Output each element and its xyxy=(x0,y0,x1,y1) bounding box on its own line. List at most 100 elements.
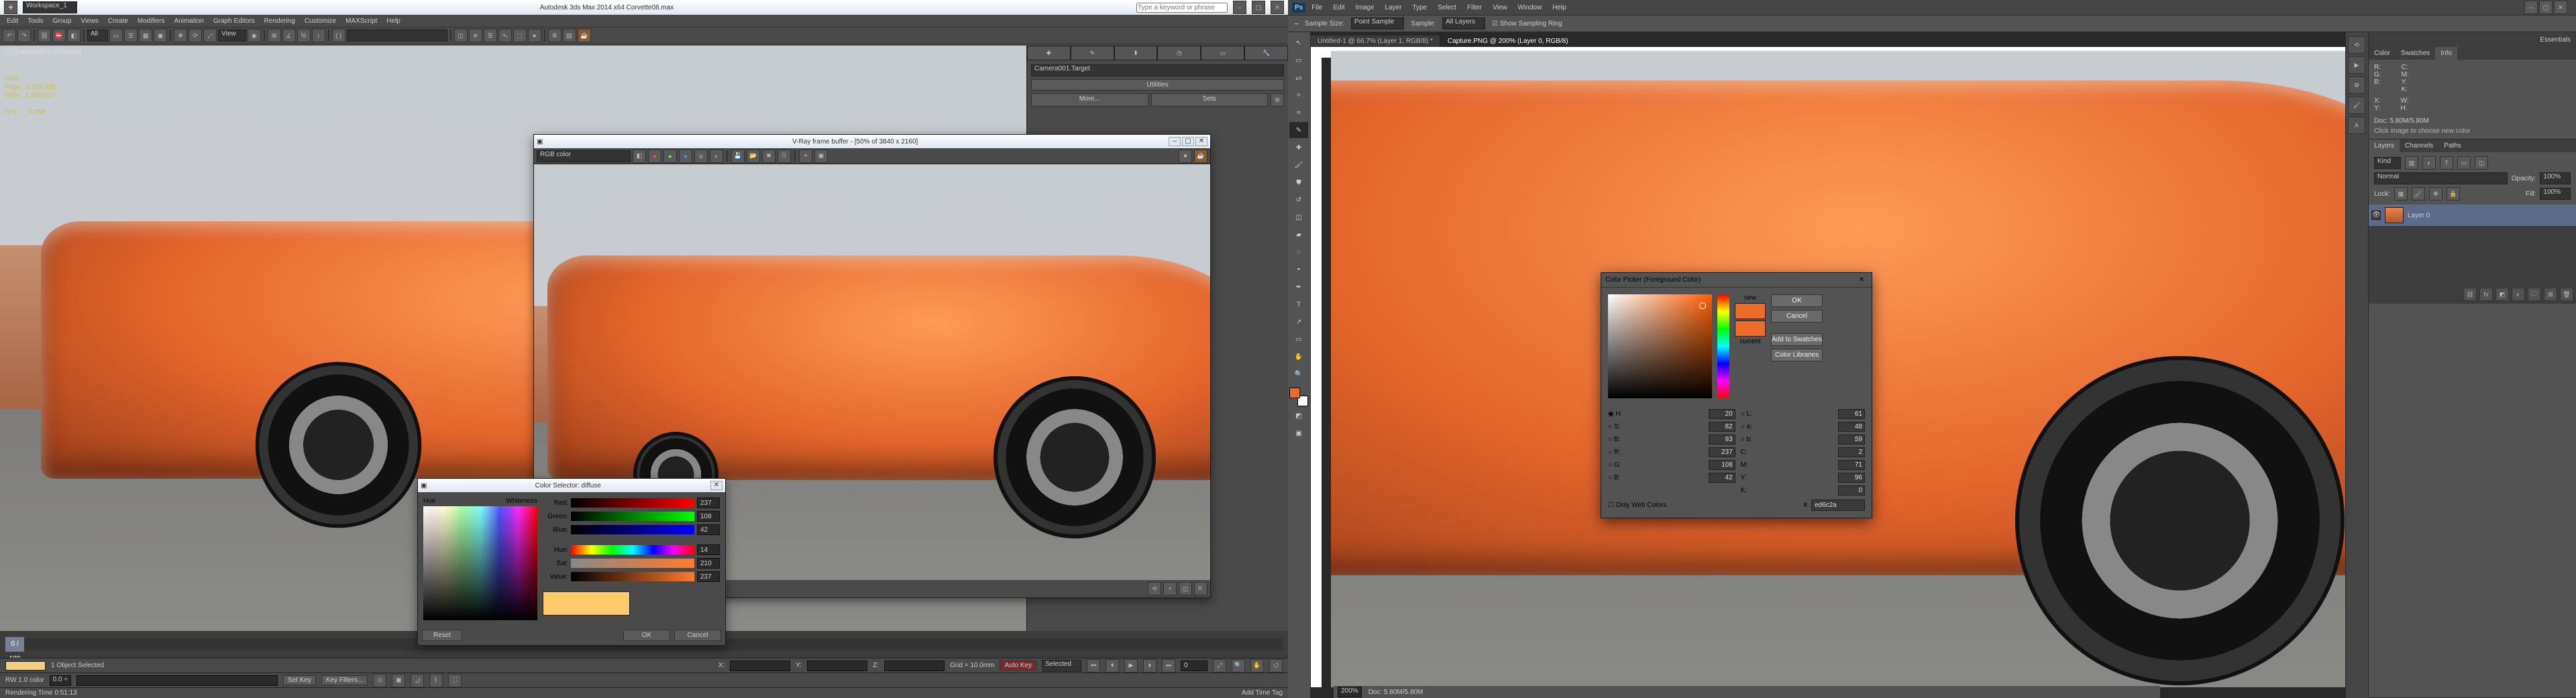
undo-icon[interactable]: ↶ xyxy=(3,29,16,42)
layers-tabs[interactable]: Layers Channels Paths xyxy=(2369,139,2576,152)
gradient-tool-icon[interactable]: ▰ xyxy=(1289,227,1308,243)
red-slider[interactable] xyxy=(571,498,694,508)
spinner-snap-icon[interactable]: ↕ xyxy=(312,29,325,42)
move-tool-icon[interactable]: ↖ xyxy=(1289,35,1308,51)
menu-modifiers[interactable]: Modifiers xyxy=(133,17,169,25)
csel-close-icon[interactable]: ✕ xyxy=(710,481,722,490)
ps-toolbox[interactable]: ↖ ▭ ᔕ ✧ ⌗ ✎ ✚ 🖌 ⛊ ↺ ◫ ▰ ◌ ◓ ✒ T ↗ ▭ ✋ 🔍 … xyxy=(1288,32,1311,698)
visibility-icon[interactable]: 👁 xyxy=(2371,211,2381,220)
fill-combo[interactable]: 100% xyxy=(2540,188,2571,200)
ps-menu-filter[interactable]: Filter xyxy=(1462,3,1487,13)
shape-tool-icon[interactable]: ▭ xyxy=(1289,331,1308,347)
goto-start-icon[interactable]: ⏮ xyxy=(1087,659,1100,673)
ps-app-icon[interactable]: Ps xyxy=(1292,3,1305,13)
render-icon[interactable]: ☕ xyxy=(578,29,591,42)
vfb-clear-icon[interactable]: ✖ xyxy=(762,150,775,163)
ps-menu-layer[interactable]: Layer xyxy=(1380,3,1406,13)
select-icon[interactable]: ▭ xyxy=(109,29,123,42)
screenmode-icon[interactable]: ▣ xyxy=(1289,425,1308,441)
r-input[interactable] xyxy=(1709,447,1735,457)
lock-trans-icon[interactable]: ▦ xyxy=(2394,187,2408,200)
min-max-icon[interactable]: ⛶ xyxy=(448,674,462,687)
tab-create-icon[interactable]: ✚ xyxy=(1027,46,1071,60)
vfb-history-icon[interactable]: ⟲ xyxy=(1148,582,1161,595)
frame-input[interactable] xyxy=(1181,660,1208,671)
group-icon[interactable]: 🗀 xyxy=(2528,288,2541,301)
doc-tab-2[interactable]: Capture.PNG @ 200% (Layer 0, RGB/8) xyxy=(1441,36,1575,47)
vfb-min-icon[interactable]: – xyxy=(1169,137,1181,146)
app-icon[interactable]: ✚ xyxy=(4,1,17,14)
mask-icon[interactable]: ◩ xyxy=(2496,288,2509,301)
filter-type-icon[interactable]: T xyxy=(2440,156,2453,170)
maxscript-listener[interactable] xyxy=(76,675,278,686)
ps-menu-view[interactable]: View xyxy=(1488,3,1512,13)
bl-label[interactable]: ○ B: xyxy=(1608,474,1703,481)
vfb-load-icon[interactable]: 📂 xyxy=(747,150,760,163)
schematic-icon[interactable]: ⬚ xyxy=(513,29,527,42)
blend-mode-combo[interactable]: Normal xyxy=(2374,172,2508,184)
time-tag[interactable]: Add Time Tag xyxy=(1242,689,1283,697)
properties-panel-icon[interactable]: ⚙ xyxy=(2348,76,2365,94)
vfb-g-icon[interactable]: ● xyxy=(663,150,677,163)
z-input[interactable] xyxy=(884,660,945,671)
bl-input[interactable] xyxy=(1709,473,1735,483)
cpick-cancel-button[interactable]: Cancel xyxy=(1771,310,1823,323)
blue-slider[interactable] xyxy=(571,525,694,534)
wand-tool-icon[interactable]: ✧ xyxy=(1289,87,1308,103)
walk-icon[interactable]: 🚶 xyxy=(429,674,443,687)
filter-adjust-icon[interactable]: ◐ xyxy=(2422,156,2436,170)
ps-menubar[interactable]: Ps File Edit Image Layer Type Select Fil… xyxy=(1288,0,2576,15)
vfb-b-icon[interactable]: ● xyxy=(679,150,692,163)
vfb-save-icon[interactable]: 💾 xyxy=(731,150,745,163)
k-input[interactable] xyxy=(1838,485,1865,496)
lock-paint-icon[interactable]: 🖌 xyxy=(2412,187,2425,200)
zoom-field[interactable]: 200% xyxy=(1338,687,1362,697)
y-input[interactable] xyxy=(807,660,867,671)
opacity-combo[interactable]: 100% xyxy=(2540,172,2571,184)
swatch-value[interactable]: 0.0 ÷ xyxy=(50,675,71,686)
eyedropper-tool-icon[interactable]: ✎ xyxy=(1289,122,1308,138)
adjustment-icon[interactable]: ◐ xyxy=(2512,288,2525,301)
color-selector-dialog[interactable]: ▣ Color Selector: diffuse ✕ Hue Whitenes… xyxy=(417,478,726,646)
render-frame-icon[interactable]: ▤ xyxy=(563,29,576,42)
move-icon[interactable]: ✥ xyxy=(174,29,187,42)
menu-maxscript[interactable]: MAXScript xyxy=(341,17,381,25)
sample-size-combo[interactable]: Point Sample xyxy=(1351,17,1404,30)
character-panel-icon[interactable]: A xyxy=(2348,117,2365,134)
sat-value[interactable] xyxy=(697,558,720,569)
close-icon[interactable]: ✕ xyxy=(1271,1,1284,14)
zoom-tool-icon[interactable]: 🔍 xyxy=(1289,366,1308,382)
current-swatch[interactable] xyxy=(1735,321,1766,337)
workspace-combo[interactable]: Workspace_1 xyxy=(23,1,77,13)
brush-panel-icon[interactable]: 🖌 xyxy=(2348,97,2365,114)
color-libraries-button[interactable]: Color Libraries xyxy=(1771,349,1823,361)
snap-icon[interactable]: ⊞ xyxy=(268,29,281,42)
vfb-compare-icon[interactable]: ◫ xyxy=(1179,582,1192,595)
layers-list[interactable]: 👁 Layer 0 xyxy=(2369,205,2576,285)
tab-swatches[interactable]: Swatches xyxy=(2396,47,2435,60)
cpick-ok-button[interactable]: OK xyxy=(1771,294,1823,307)
vertical-ruler[interactable] xyxy=(1311,47,1322,687)
link-icon[interactable]: ⛓ xyxy=(38,29,51,42)
max-viewport-icon[interactable]: ▣ xyxy=(392,674,405,687)
a-input[interactable] xyxy=(1838,422,1865,432)
vfb-r-icon[interactable]: ● xyxy=(648,150,661,163)
lab-b-input[interactable] xyxy=(1838,434,1865,445)
hand-tool-icon[interactable]: ✋ xyxy=(1289,349,1308,365)
fg-color-swatch[interactable] xyxy=(1289,388,1300,398)
s-radio[interactable]: ○ S: xyxy=(1608,423,1703,430)
s-input[interactable] xyxy=(1709,422,1735,432)
ps-menu-edit[interactable]: Edit xyxy=(1328,3,1349,13)
ps-max-icon[interactable]: ▢ xyxy=(2539,1,2553,14)
cpick-close-icon[interactable]: ✕ xyxy=(1856,276,1868,284)
select-name-icon[interactable]: ☰ xyxy=(124,29,138,42)
sample-combo[interactable]: All Layers xyxy=(1442,17,1485,30)
minimize-icon[interactable]: – xyxy=(1233,1,1246,14)
actions-panel-icon[interactable]: ▶ xyxy=(2348,56,2365,74)
sets-button[interactable]: Sets xyxy=(1151,93,1269,107)
only-web-check[interactable]: ☐ Only Web Colors xyxy=(1608,502,1666,509)
red-value[interactable] xyxy=(697,498,720,508)
select-region-icon[interactable]: ▦ xyxy=(139,29,152,42)
ps-doc-tabs[interactable]: Untitled-1 @ 66.7% (Layer 1, RGB/8) * Ca… xyxy=(1311,32,2368,47)
lasso-tool-icon[interactable]: ᔕ xyxy=(1289,70,1308,86)
